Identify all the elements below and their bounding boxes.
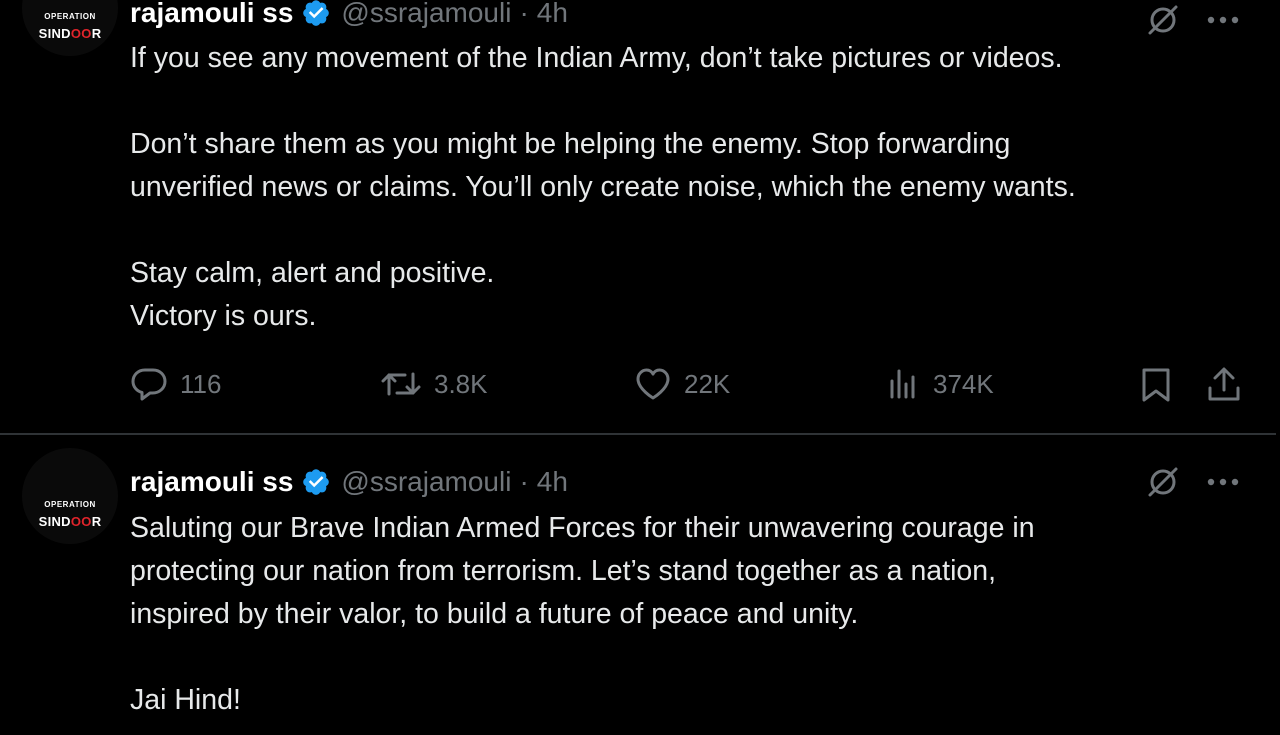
tweet-line: Jai Hind!	[130, 679, 1260, 722]
verified-badge-icon	[303, 0, 330, 26]
tweet-header-actions	[1146, 465, 1240, 499]
tweet[interactable]: OPERATION SINDOOR rajamouli ss @ssrajamo…	[0, 435, 1280, 735]
views-button[interactable]: 374K	[887, 366, 994, 402]
tweet-header: rajamouli ss @ssrajamouli · 4h	[130, 462, 568, 502]
view-count: 374K	[933, 368, 994, 399]
verified-badge-icon	[303, 469, 330, 495]
tweet-line: Saluting our Brave Indian Armed Forces f…	[130, 512, 1035, 544]
grok-icon[interactable]	[1146, 3, 1180, 37]
separator-dot: ·	[519, 0, 529, 28]
timestamp[interactable]: 4h	[537, 466, 568, 498]
reply-count: 116	[180, 368, 222, 399]
timestamp[interactable]: 4h	[537, 0, 568, 29]
tweet-line: Victory is ours.	[130, 295, 1260, 338]
avatar-text-top: OPERATION	[44, 12, 96, 21]
views-icon	[890, 369, 915, 399]
tweet-text: If you see any movement of the Indian Ar…	[130, 37, 1260, 338]
india-flag-emoji	[324, 303, 364, 329]
repost-icon	[381, 372, 421, 396]
tweet-line: protecting our nation from terrorism. Le…	[130, 555, 997, 587]
share-button[interactable]	[1206, 366, 1254, 404]
tweet-line: If you see any movement of the Indian Ar…	[130, 42, 1063, 74]
grok-icon[interactable]	[1146, 465, 1180, 499]
like-count: 22K	[684, 368, 731, 399]
avatar-text-bottom: SINDOOR	[38, 26, 102, 41]
like-button[interactable]: 22K	[634, 366, 730, 402]
tweet-header: rajamouli ss @ssrajamouli · 4h	[130, 0, 568, 33]
display-name[interactable]: rajamouli ss	[130, 466, 293, 498]
tweet-actions: 116 3.8K 22K 374K	[130, 366, 1250, 406]
like-icon	[636, 368, 670, 400]
avatar[interactable]: OPERATION SINDOOR	[22, 448, 118, 544]
more-icon[interactable]	[1206, 477, 1240, 487]
more-icon[interactable]	[1206, 15, 1240, 25]
tweet[interactable]: OPERATION SINDOOR rajamouli ss @ssrajamo…	[0, 0, 1280, 433]
handle[interactable]: @ssrajamouli	[341, 466, 511, 498]
tweet-text: Saluting our Brave Indian Armed Forces f…	[130, 507, 1260, 722]
tweet-header-actions	[1146, 3, 1240, 37]
avatar-text-top: OPERATION	[44, 500, 96, 509]
repost-button[interactable]: 3.8K	[380, 366, 488, 402]
tweet-line: unverified news or claims. You’ll only c…	[130, 171, 1076, 203]
separator-dot: ·	[519, 466, 529, 497]
display-name[interactable]: rajamouli ss	[130, 0, 293, 29]
tweet-line: Stay calm, alert and positive.	[130, 257, 495, 289]
bookmark-button[interactable]	[1140, 366, 1184, 404]
repost-count: 3.8K	[434, 368, 488, 399]
tweet-line: Don’t share them as you might be helping…	[130, 128, 1011, 160]
india-flag-emoji	[249, 687, 289, 713]
handle[interactable]: @ssrajamouli	[341, 0, 511, 29]
avatar[interactable]: OPERATION SINDOOR	[22, 0, 118, 56]
avatar-text-bottom: SINDOOR	[38, 514, 102, 529]
tweet-line: inspired by their valor, to build a futu…	[130, 598, 859, 630]
reply-button[interactable]: 116	[130, 366, 221, 402]
bookmark-icon	[1142, 368, 1170, 402]
reply-icon	[131, 368, 167, 401]
share-icon	[1208, 367, 1240, 401]
